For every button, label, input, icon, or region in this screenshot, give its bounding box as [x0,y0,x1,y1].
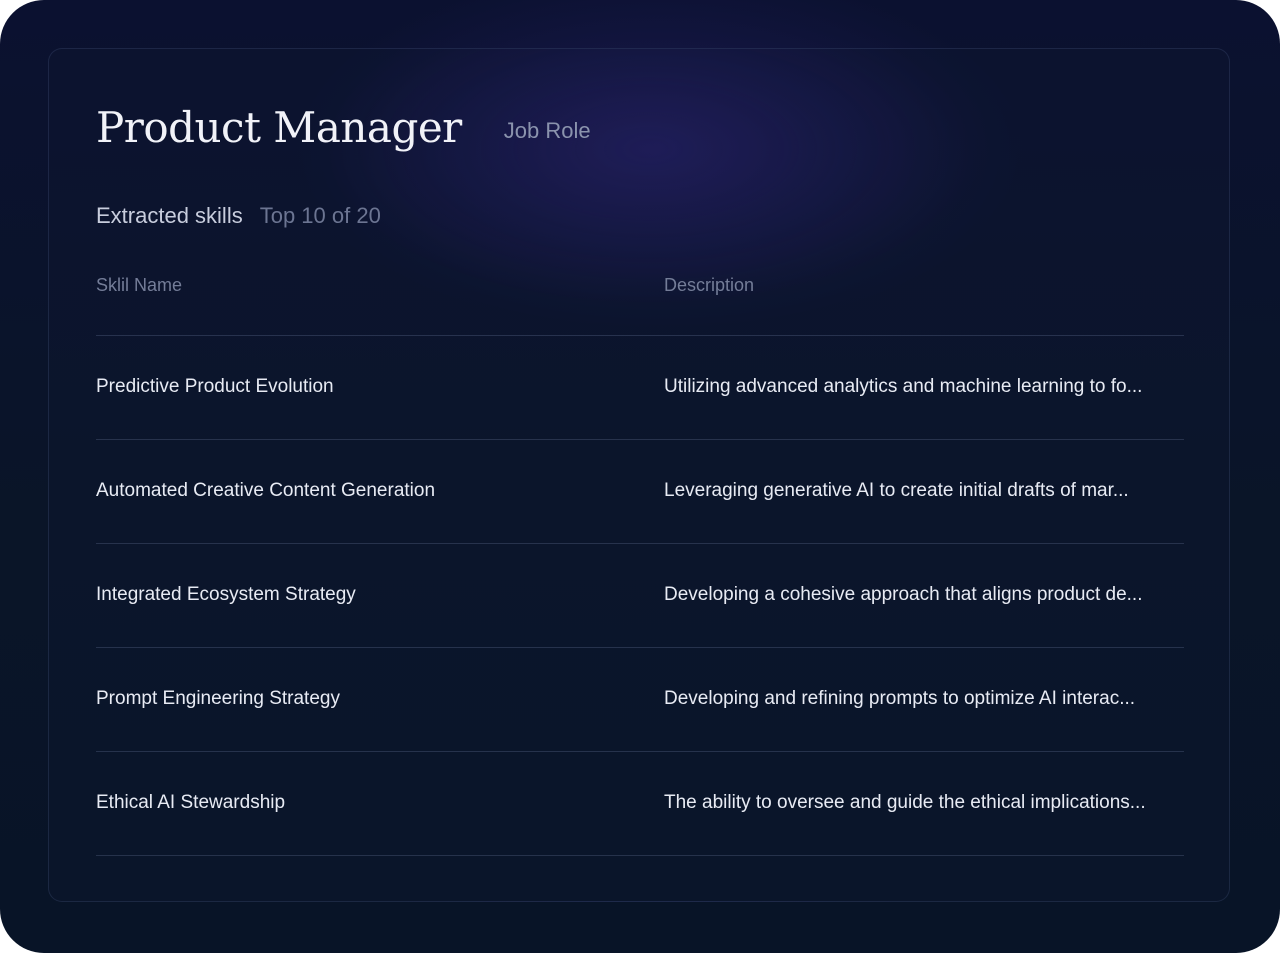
section-title: Extracted skills [96,203,243,228]
skills-section-header: Extracted skills Top 10 of 20 [96,203,381,229]
skill-name-cell: Ethical AI Stewardship [96,792,286,813]
skill-name-cell: Integrated Ecosystem Strategy [96,584,356,605]
skill-name-cell: Automated Creative Content Generation [96,480,436,501]
skills-table: Sklil Name Description Predictive Produc… [96,259,1184,856]
job-role-card: Product Manager Job Role Extracted skill… [48,48,1230,902]
column-header-skill-name: Sklil Name [96,275,183,295]
table-header: Sklil Name Description [96,259,1184,336]
skill-description-cell: Developing and refining prompts to optim… [664,688,1136,709]
table-row[interactable]: Integrated Ecosystem Strategy Developing… [96,544,1184,648]
skills-count: Top 10 of 20 [259,203,381,228]
page-title: Product Manager [96,103,462,152]
table-row[interactable]: Predictive Product Evolution Utilizing a… [96,336,1184,440]
skill-name-cell: Predictive Product Evolution [96,376,334,397]
table-row[interactable]: Automated Creative Content Generation Le… [96,440,1184,544]
skill-description-cell: The ability to oversee and guide the eth… [664,792,1146,813]
skill-description-cell: Developing a cohesive approach that alig… [664,584,1143,605]
table-row[interactable]: Ethical AI Stewardship The ability to ov… [96,752,1184,856]
skill-description-cell: Utilizing advanced analytics and machine… [664,376,1143,397]
title-row: Product Manager Job Role [96,103,591,152]
skill-description-cell: Leveraging generative AI to create initi… [664,480,1129,501]
table-row[interactable]: Prompt Engineering Strategy Developing a… [96,648,1184,752]
device-frame: Product Manager Job Role Extracted skill… [0,0,1280,953]
skill-name-cell: Prompt Engineering Strategy [96,688,340,709]
column-header-description: Description [664,275,755,295]
job-role-label: Job Role [503,118,591,143]
